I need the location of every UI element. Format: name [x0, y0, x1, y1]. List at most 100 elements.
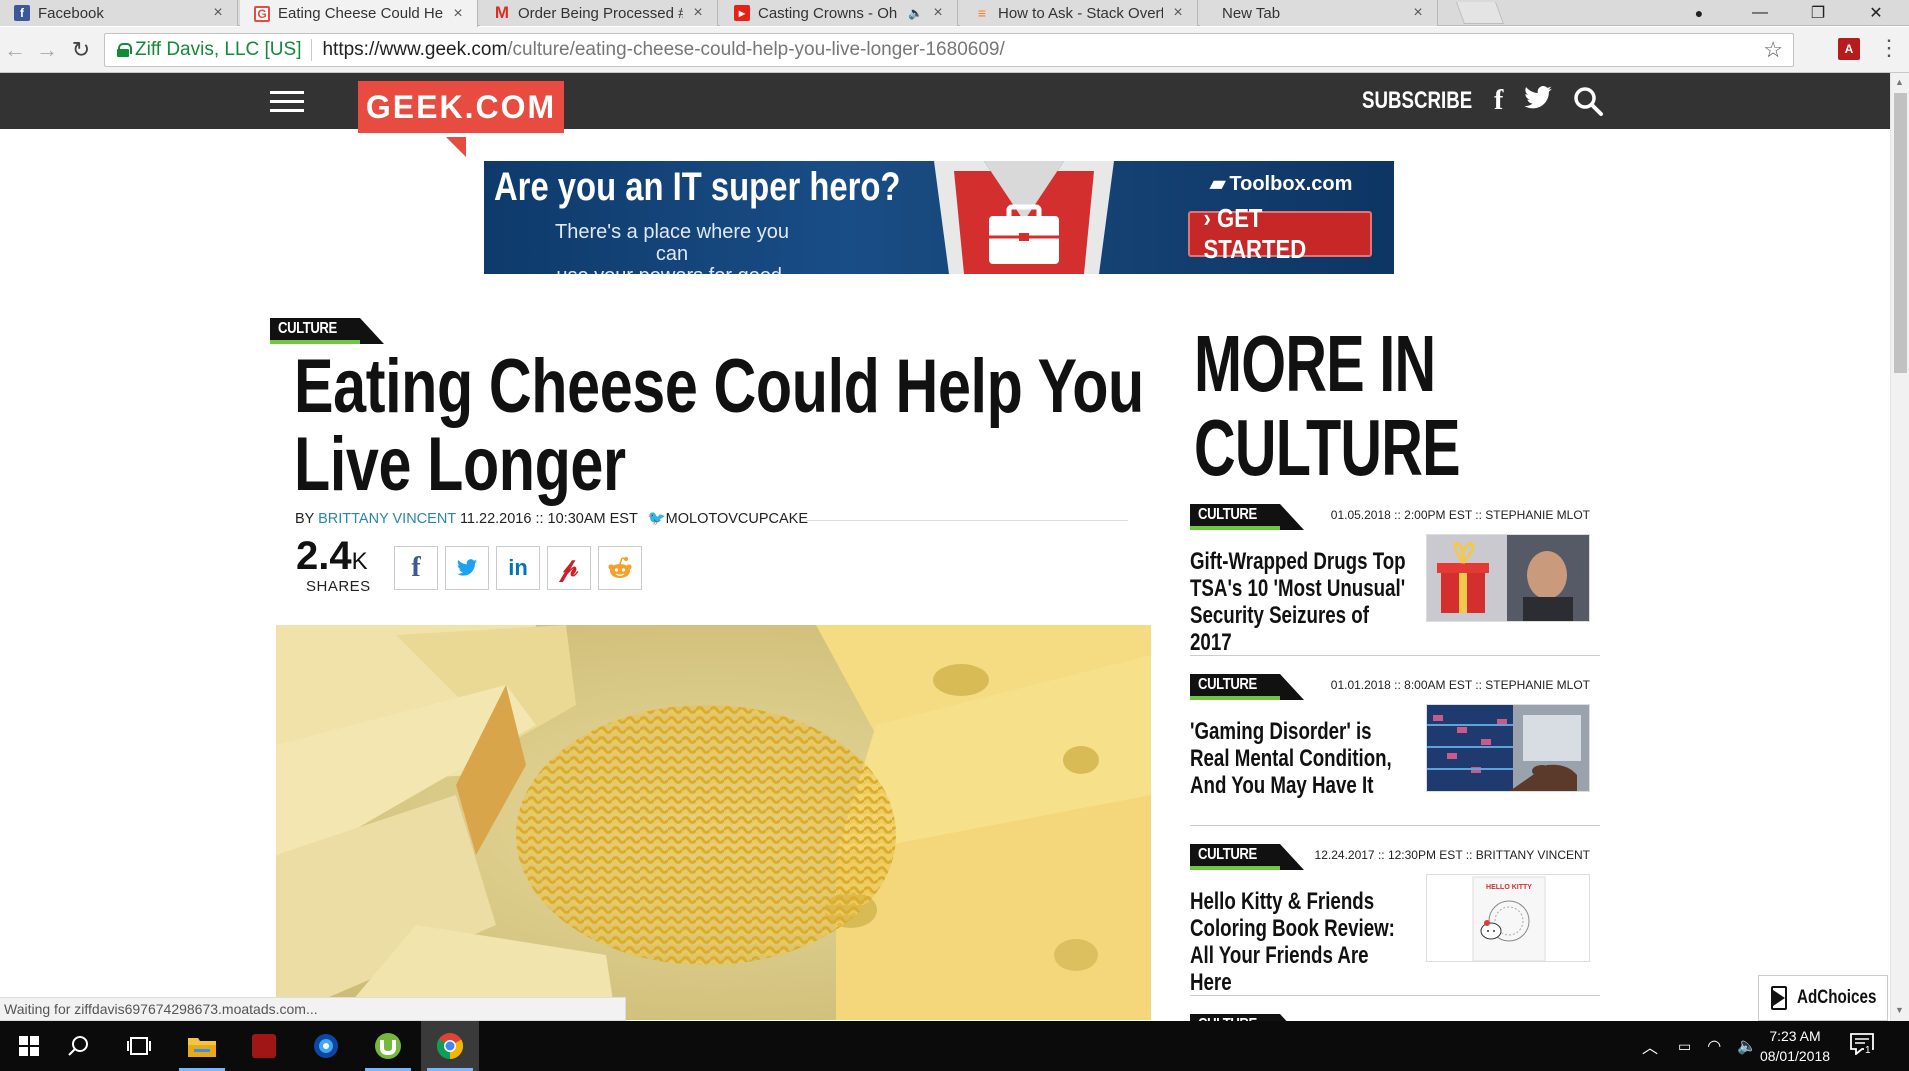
share-reddit-button[interactable] — [598, 546, 642, 590]
sidebar-article-card[interactable]: CULTURE 01.05.2018 :: 2:00PM EST :: STEP… — [1190, 496, 1600, 656]
facebook-icon: f — [14, 5, 30, 21]
pdf-extension-icon[interactable]: A — [1838, 38, 1860, 60]
subscribe-link[interactable]: SUBSCRIBE — [1362, 87, 1472, 115]
card-title[interactable]: Gift-Wrapped Drugs Top TSA's 10 'Most Un… — [1190, 548, 1410, 656]
category-tag-body: CULTURE — [270, 318, 360, 344]
scrollbar-thumb[interactable] — [1894, 93, 1907, 373]
byline-by: BY — [295, 511, 315, 527]
tab-title: Eating Cheese Could Hel — [278, 5, 443, 22]
category-tag[interactable]: CULTURE — [270, 318, 384, 344]
tab-title: Casting Crowns - Oh — [758, 4, 898, 22]
pdf-reader-taskbar-icon[interactable] — [235, 1021, 293, 1071]
adchoices-badge[interactable]: AdChoices — [1758, 975, 1888, 1021]
secure-site-label[interactable]: Ziff Davis, LLC [US] — [135, 39, 313, 61]
tab-title: How to Ask - Stack Overf — [998, 4, 1163, 22]
category-tag[interactable]: CULTURE — [1190, 674, 1304, 700]
adchoices-icon — [1771, 986, 1787, 1010]
gmail-icon: M — [494, 3, 510, 22]
reload-button[interactable]: ↻ — [66, 35, 96, 65]
close-tab-icon[interactable]: × — [1171, 4, 1185, 22]
geek-logo[interactable]: GEEK.COM — [358, 81, 564, 157]
twitter-icon — [456, 559, 478, 576]
battery-icon[interactable]: ▭ — [1678, 1038, 1691, 1055]
chrome-taskbar-icon[interactable] — [421, 1021, 479, 1071]
stackoverflow-icon: ≡ — [977, 5, 987, 21]
audio-playing-icon[interactable]: 🔈 — [908, 6, 923, 20]
bookmark-star-icon[interactable]: ☆ — [1763, 37, 1783, 63]
category-tag[interactable]: CULTURE — [1190, 504, 1304, 530]
windows-logo-icon — [19, 1036, 39, 1056]
publish-date: 11.22.2016 :: 10:30AM EST — [459, 511, 638, 527]
close-tab-icon[interactable]: × — [1411, 4, 1425, 22]
system-tray: ︿ ▭ ◠ 🔈 — [1630, 1021, 1765, 1071]
scroll-down-arrow-icon[interactable]: ▼ — [1895, 1005, 1904, 1015]
article-title: Eating Cheese Could Help You Live Longer — [294, 344, 1144, 507]
file-explorer-icon[interactable] — [173, 1021, 231, 1071]
article-hero-image-cheese — [276, 625, 1151, 1020]
tab-gmail[interactable]: M Order Being Processed # × — [480, 0, 718, 26]
card-meta: 01.01.2018 :: 8:00AM EST :: STEPHANIE ML… — [1330, 678, 1590, 692]
ad-headline: Are you an IT super hero? — [494, 165, 901, 209]
back-button[interactable]: ← — [0, 35, 30, 65]
close-tab-icon[interactable]: × — [931, 4, 945, 22]
forward-button[interactable]: → — [32, 35, 62, 65]
category-tag-tail — [1279, 844, 1304, 870]
browser-menu-icon[interactable]: ⋮ — [1878, 35, 1900, 61]
tab-title: Order Being Processed # — [518, 4, 683, 22]
restore-button[interactable]: ❐ — [1795, 0, 1841, 26]
author-link[interactable]: BRITTANY VINCENT — [318, 511, 456, 527]
share-twitter-button[interactable] — [445, 546, 489, 590]
facebook-icon[interactable]: f — [1494, 85, 1503, 117]
tab-stackoverflow[interactable]: ≡ How to Ask - Stack Overf × — [960, 0, 1198, 26]
tab-geek-article[interactable]: G Eating Cheese Could Hel × — [240, 0, 478, 27]
category-label: CULTURE — [1198, 506, 1257, 523]
card-thumbnail-gaming[interactable] — [1426, 704, 1590, 792]
task-view-icon[interactable] — [110, 1021, 168, 1071]
tab-facebook[interactable]: f Facebook × — [0, 0, 238, 26]
sidebar-article-card[interactable]: CULTURE 12.24.2017 :: 12:30PM EST :: BRI… — [1190, 836, 1600, 996]
show-hidden-icons-chevron-icon[interactable]: ︿ — [1642, 1034, 1658, 1058]
taskbar-clock[interactable]: 7:23 AM 08/01/2018 — [1752, 1026, 1838, 1066]
minimize-button[interactable]: — — [1737, 0, 1783, 26]
card-title[interactable]: 'Gaming Disorder' is Real Mental Conditi… — [1190, 718, 1410, 799]
media-app-icon[interactable] — [297, 1021, 355, 1071]
address-bar[interactable]: Ziff Davis, LLC [US] https://www.geek.co… — [104, 33, 1794, 67]
utorrent-icon[interactable] — [359, 1021, 417, 1071]
tab-new-tab[interactable]: New Tab × — [1200, 0, 1438, 26]
browser-tab-strip: f Facebook × G Eating Cheese Could Hel ×… — [0, 0, 1909, 27]
category-tag[interactable]: CULTURE — [1190, 844, 1304, 870]
card-title[interactable]: Hello Kitty & Friends Coloring Book Revi… — [1190, 888, 1410, 996]
twitter-icon[interactable] — [1522, 83, 1554, 120]
card-thumbnail-hello-kitty-book[interactable]: HELLO KITTY — [1426, 874, 1590, 962]
action-center-icon[interactable]: 1 — [1850, 1033, 1878, 1057]
twitter-handle[interactable]: MOLOTOVCUPCAKE — [666, 511, 808, 527]
wifi-icon[interactable]: ◠ — [1707, 1036, 1721, 1056]
category-tag-body: CULTURE — [1190, 844, 1280, 870]
close-tab-icon[interactable]: × — [211, 4, 225, 22]
site-header: SUBSCRIBE f — [0, 73, 1890, 129]
new-tab-button[interactable] — [1455, 2, 1505, 24]
clock-time: 7:23 AM — [1769, 1028, 1821, 1044]
get-started-button[interactable]: › GET STARTED — [1188, 203, 1372, 264]
account-icon[interactable]: ● — [1676, 0, 1722, 26]
scroll-up-arrow-icon[interactable]: ▲ — [1895, 77, 1904, 87]
share-pinterest-button[interactable]: 𝓅 — [547, 546, 591, 590]
category-tag-tail — [1279, 504, 1304, 530]
card-thumbnail-gift[interactable] — [1426, 534, 1590, 622]
sidebar-article-card[interactable]: CULTURE 01.01.2018 :: 8:00AM EST :: STEP… — [1190, 666, 1600, 826]
share-facebook-button[interactable]: f — [394, 546, 438, 590]
card-meta: 01.05.2018 :: 2:00PM EST :: STEPHANIE ML… — [1330, 508, 1590, 522]
search-icon[interactable] — [1572, 85, 1604, 124]
share-linkedin-button[interactable]: in — [496, 546, 540, 590]
hamburger-menu-icon[interactable] — [270, 91, 304, 113]
page-scrollbar[interactable]: ▲ ▼ — [1890, 73, 1909, 1021]
close-window-button[interactable]: ✕ — [1853, 0, 1899, 26]
close-tab-icon[interactable]: × — [691, 4, 705, 22]
ad-banner[interactable]: Are you an IT super hero? There's a plac… — [484, 161, 1394, 274]
twitter-bird-icon: 🐦 — [647, 511, 666, 527]
close-tab-icon[interactable]: × — [451, 5, 465, 23]
sidebar-heading: MORE IN CULTURE — [1194, 322, 1626, 490]
ad-subline-1: There's a place where you can — [555, 221, 789, 265]
tab-youtube[interactable]: ▶ Casting Crowns - Oh 🔈 × — [720, 0, 958, 26]
search-icon[interactable] — [50, 1021, 108, 1071]
